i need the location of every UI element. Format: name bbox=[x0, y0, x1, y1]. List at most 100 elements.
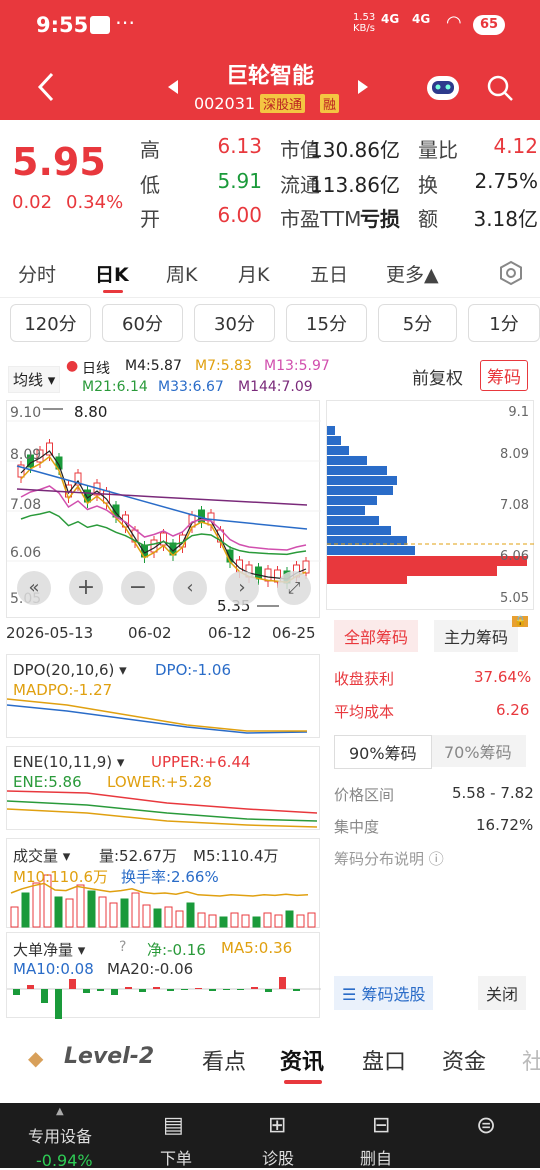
remove-icon[interactable]: ⊟ bbox=[372, 1113, 390, 1138]
tab-five-day[interactable]: 五日 bbox=[310, 260, 348, 287]
period-5min-button[interactable]: 5分 bbox=[378, 304, 457, 342]
next-stock-icon[interactable] bbox=[358, 80, 370, 94]
kline-ylabel-2: 8.09 bbox=[10, 447, 42, 463]
back-icon[interactable] bbox=[36, 72, 56, 102]
chip-blue-bar bbox=[327, 506, 365, 515]
chip-blue-bar bbox=[327, 496, 377, 505]
period-120min-button[interactable]: 120分 bbox=[10, 304, 91, 342]
dpo-line bbox=[6, 704, 308, 734]
kline-panel[interactable]: 9.10 8.09 7.08 6.06 5.05 8.80 5.35 « + −… bbox=[6, 400, 321, 618]
chip-red-bar bbox=[327, 556, 527, 566]
prev-stock-icon[interactable] bbox=[168, 80, 180, 94]
quote-label-1: 低 bbox=[140, 173, 160, 197]
chip-90-tab[interactable]: 90%筹码 bbox=[334, 735, 432, 769]
diagnose-button[interactable]: 诊股 bbox=[262, 1145, 294, 1169]
big-ma10-value: MA10:0.08 bbox=[13, 960, 94, 978]
volume-bar bbox=[54, 896, 63, 928]
period-15min-button[interactable]: 15分 bbox=[286, 304, 367, 342]
volume-indicator-select[interactable]: 成交量 ▾ bbox=[13, 845, 71, 866]
next-icon[interactable]: › bbox=[225, 571, 259, 605]
fullscreen-icon[interactable]: ⤢ bbox=[277, 571, 311, 605]
ma144-line bbox=[16, 488, 308, 506]
volume-bar bbox=[76, 884, 85, 928]
chip-tab-main[interactable]: 主力筹码 bbox=[434, 620, 519, 652]
chip-red-bar bbox=[327, 566, 497, 576]
net-speed: 1.53 KB/s bbox=[353, 12, 376, 34]
volume-panel[interactable]: 成交量 ▾ 量:52.67万 M5:110.4万 M10:110.6万 换手率:… bbox=[6, 838, 320, 928]
ma-mode-select[interactable]: 均线 ▾ bbox=[8, 366, 61, 393]
dpo-indicator-select[interactable]: DPO(20,10,6) ▾ bbox=[13, 661, 127, 679]
zoom-in-icon[interactable]: + bbox=[69, 571, 103, 605]
remove-button[interactable]: 删自 bbox=[360, 1145, 392, 1169]
ma7-line bbox=[20, 455, 307, 583]
chip-red-bar bbox=[327, 576, 407, 584]
list-icon: ☰ bbox=[342, 985, 357, 1004]
chip-help-link[interactable]: 筹码分布说明 ⓘ bbox=[334, 848, 444, 869]
tab-intraday[interactable]: 分时 bbox=[18, 260, 56, 287]
period-30min-button[interactable]: 30分 bbox=[194, 304, 275, 342]
chart-nav-controls: « + − ‹ › ⤢ bbox=[13, 569, 315, 609]
tab-more[interactable]: 更多▲ bbox=[386, 260, 439, 287]
quote-value3-2: 3.18亿 bbox=[473, 207, 538, 231]
rewind-icon[interactable]: « bbox=[17, 571, 51, 605]
help-circle-icon[interactable]: ? bbox=[119, 939, 126, 955]
period-60min-button[interactable]: 60分 bbox=[102, 304, 183, 342]
price-range-label: 价格区间 bbox=[334, 786, 395, 804]
expand-up-icon[interactable]: ▲ bbox=[56, 1106, 64, 1117]
chip-stock-pick-button[interactable]: ☰ 筹码选股 bbox=[334, 976, 434, 1010]
big-order-bar bbox=[41, 989, 48, 1003]
tab-capital[interactable]: 资金 bbox=[442, 1044, 486, 1076]
ene-indicator-select[interactable]: ENE(10,11,9) ▾ bbox=[13, 753, 125, 771]
big-order-bar bbox=[125, 987, 132, 989]
chip-70-tab[interactable]: 70%筹码 bbox=[432, 735, 526, 767]
profit-label: 收盘获利 bbox=[334, 670, 395, 688]
chip-toggle-button[interactable]: 筹码 bbox=[480, 360, 528, 391]
volume-m10-value: M10:110.6万 bbox=[13, 868, 109, 886]
ene-lower-value: LOWER:+5.28 bbox=[107, 773, 212, 791]
tab-weekly-k[interactable]: 周K bbox=[166, 260, 197, 287]
device-label[interactable]: 专用设备 bbox=[28, 1123, 92, 1147]
chip-blue-bar bbox=[327, 536, 407, 545]
big-order-bar bbox=[251, 987, 258, 989]
volume-bar bbox=[131, 892, 140, 928]
tab-daily-k[interactable]: 日K bbox=[95, 260, 129, 287]
big-order-panel[interactable]: 大单净量 ▾ ? 净:-0.16 MA5:0.36 MA10:0.08 MA20… bbox=[6, 932, 321, 1019]
chip-close-button[interactable]: 关闭 bbox=[478, 976, 527, 1010]
order-button[interactable]: 下单 bbox=[160, 1145, 192, 1169]
app-notification-icon bbox=[90, 16, 110, 34]
big-order-indicator-select[interactable]: 大单净量 ▾ bbox=[13, 939, 86, 960]
dpo-panel[interactable]: DPO(20,10,6) ▾ DPO:-1.06 MADPO:-1.27 bbox=[6, 654, 320, 738]
big-order-bar bbox=[139, 989, 146, 992]
ene-panel[interactable]: ENE(10,11,9) ▾ UPPER:+6.44 ENE:5.86 LOWE… bbox=[6, 746, 320, 830]
robot-assistant-icon[interactable] bbox=[424, 70, 462, 104]
tab-news[interactable]: 资讯 bbox=[280, 1044, 324, 1076]
tab-highlights[interactable]: 看点 bbox=[202, 1044, 246, 1076]
device-change: -0.94% bbox=[36, 1151, 93, 1170]
tab-community[interactable]: 社 bbox=[522, 1044, 540, 1076]
big-order-bar bbox=[69, 979, 76, 989]
order-icon[interactable]: ▤ bbox=[163, 1113, 184, 1138]
ma21-value: M21:6.14 bbox=[82, 379, 148, 395]
chip-blue-bar bbox=[327, 436, 341, 445]
prev-icon[interactable]: ‹ bbox=[173, 571, 207, 605]
menu-icon[interactable]: ⊜ bbox=[476, 1111, 496, 1139]
chip-blue-bar bbox=[327, 526, 391, 535]
quote-value-2: 6.00 bbox=[217, 203, 262, 227]
help-icon: ⓘ bbox=[428, 850, 444, 868]
quote-value2-1: 113.86亿 bbox=[310, 173, 400, 197]
adjust-mode[interactable]: 前复权 bbox=[412, 364, 463, 389]
period-1min-button[interactable]: 1分 bbox=[468, 304, 540, 342]
big-order-bar bbox=[55, 989, 62, 1019]
big-order-bar bbox=[195, 988, 202, 989]
chip-tab-all[interactable]: 全部筹码 bbox=[334, 620, 419, 652]
tab-monthly-k[interactable]: 月K bbox=[238, 260, 269, 287]
zoom-out-icon[interactable]: − bbox=[121, 571, 155, 605]
diagnose-icon[interactable]: ⊞ bbox=[268, 1113, 286, 1138]
battery-icon: 65 bbox=[473, 15, 505, 35]
settings-icon[interactable] bbox=[498, 260, 524, 286]
diamond-icon: ◆ bbox=[28, 1046, 44, 1070]
ma144-value: M144:7.09 bbox=[238, 379, 313, 395]
tab-orderbook[interactable]: 盘口 bbox=[362, 1044, 406, 1076]
search-icon[interactable] bbox=[486, 74, 514, 102]
tab-level2[interactable]: Level-2 bbox=[64, 1044, 154, 1069]
